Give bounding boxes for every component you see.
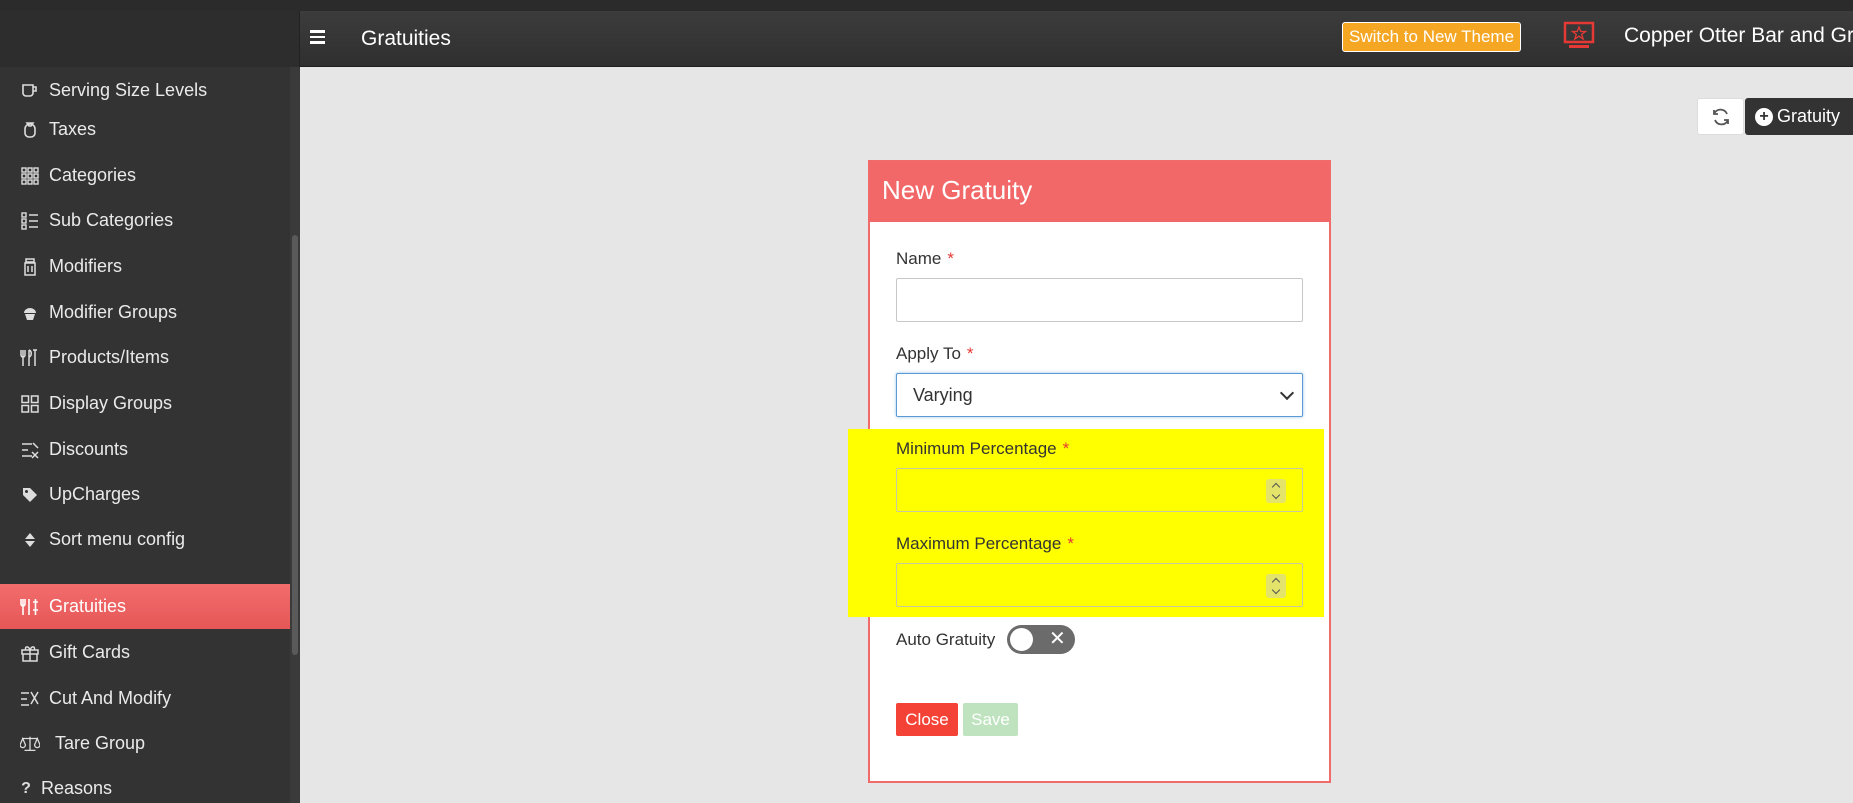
app-header: Gratuities Switch to New Theme Copper Ot… — [0, 11, 1853, 67]
minimum-percentage-label: Minimum Percentage * — [896, 439, 1070, 458]
name-input[interactable] — [896, 278, 1303, 322]
apply-to-select[interactable]: Varying — [896, 373, 1303, 417]
sidebar-item-label: Gift Cards — [49, 642, 131, 662]
question-icon: ? — [21, 779, 31, 797]
sidebar-item-modifier-groups[interactable]: Modifier Groups — [0, 290, 290, 335]
maximum-percentage-label: Maximum Percentage * — [896, 534, 1074, 553]
maximum-percentage-input[interactable] — [896, 563, 1303, 607]
sidebar-item-label: Sort menu config — [49, 529, 186, 549]
sidebar-item-modifiers[interactable]: Modifiers — [0, 244, 290, 289]
sort-icon — [20, 531, 40, 549]
sidebar-item-categories[interactable]: Categories — [0, 153, 290, 198]
sidebar-item-cut-and-modify[interactable]: Cut And Modify — [0, 676, 290, 721]
sidebar-item-label: Discounts — [49, 439, 129, 459]
sidebar-item-gift-cards[interactable]: Gift Cards — [0, 630, 290, 675]
browser-tab-strip — [0, 0, 1853, 11]
sidebar-item-label: Taxes — [49, 119, 97, 139]
minimum-percentage-input[interactable] — [896, 468, 1303, 512]
gratuity-icon — [20, 598, 40, 616]
switch-theme-button[interactable]: Switch to New Theme — [1342, 22, 1522, 52]
close-icon: ✕ — [1049, 628, 1066, 650]
close-button[interactable]: Close — [896, 703, 958, 736]
apply-to-label: Apply To * — [896, 344, 974, 363]
sidebar-item-tare-group[interactable]: Tare Group — [0, 721, 290, 766]
sidebar-item-sort-menu-config[interactable]: Sort menu config — [0, 517, 290, 562]
modal-title: New Gratuity — [870, 162, 1329, 222]
plus-icon: + — [1755, 107, 1773, 126]
sidebar-item-sub-categories[interactable]: Sub Categories — [0, 198, 290, 243]
sidebar-item-discounts[interactable]: Discounts — [0, 427, 290, 472]
cupcake-icon — [20, 304, 40, 322]
cup-icon — [20, 82, 40, 100]
discount-icon — [20, 441, 40, 459]
name-label: Name * — [896, 249, 954, 268]
sidebar-item-label: Gratuities — [49, 596, 127, 616]
store-name: Copper Otter Bar and Grill — [1624, 24, 1853, 47]
auto-gratuity-toggle[interactable]: ✕ — [1007, 625, 1075, 654]
add-gratuity-button[interactable]: + Gratuity — [1745, 98, 1853, 135]
gift-icon — [20, 644, 40, 662]
chevron-down-icon — [1279, 385, 1295, 401]
sidebar-item-label: Tare Group — [55, 733, 146, 753]
sidebar-item-label: Categories — [49, 165, 137, 185]
menu-toggle-icon[interactable] — [310, 27, 330, 49]
page-title: Gratuities — [361, 27, 451, 50]
sidebar-item-reasons[interactable]: ? Reasons — [0, 766, 290, 803]
sidebar-item-label: UpCharges — [49, 484, 141, 504]
apply-to-value: Varying — [913, 385, 973, 405]
list-icon — [20, 211, 40, 230]
scale-icon — [20, 735, 40, 753]
squares-icon — [20, 394, 40, 413]
sidebar: Serving Size Levels Taxes Categories Sub… — [0, 67, 300, 803]
sidebar-item-upcharges[interactable]: UpCharges — [0, 472, 290, 517]
refresh-icon — [1712, 108, 1729, 125]
sidebar-item-label: Sub Categories — [49, 210, 174, 230]
sidebar-item-display-groups[interactable]: Display Groups — [0, 381, 290, 426]
sidebar-item-gratuities[interactable]: Gratuities — [0, 584, 300, 629]
toggle-knob — [1010, 628, 1033, 651]
sidebar-item-label: Display Groups — [49, 393, 173, 413]
utensils-icon — [20, 348, 40, 367]
store-icon[interactable] — [1563, 21, 1595, 51]
sidebar-item-taxes[interactable]: Taxes — [0, 107, 290, 152]
jar-icon — [20, 257, 40, 276]
sidebar-item-label: Reasons — [41, 778, 113, 798]
sidebar-item-label: Modifier Groups — [49, 302, 178, 322]
sidebar-scroll-thumb[interactable] — [292, 235, 298, 655]
sidebar-item-label: Modifiers — [49, 256, 123, 276]
sidebar-item-products-items[interactable]: Products/Items — [0, 335, 290, 380]
auto-gratuity-label: Auto Gratuity — [896, 630, 996, 649]
grid-icon — [20, 166, 40, 185]
money-bag-icon — [20, 121, 40, 139]
sidebar-item-label: Serving Size Levels — [49, 80, 208, 100]
refresh-button[interactable] — [1697, 98, 1744, 135]
minimum-percentage-stepper[interactable] — [1266, 479, 1286, 503]
brand-area — [0, 11, 300, 67]
scissors-icon — [20, 690, 40, 708]
sidebar-item-label: Products/Items — [49, 347, 170, 367]
sidebar-item-label: Cut And Modify — [49, 688, 172, 708]
save-button[interactable]: Save — [963, 703, 1018, 736]
add-gratuity-label: Gratuity — [1777, 106, 1841, 126]
tag-icon — [20, 486, 40, 504]
maximum-percentage-stepper[interactable] — [1266, 574, 1286, 598]
